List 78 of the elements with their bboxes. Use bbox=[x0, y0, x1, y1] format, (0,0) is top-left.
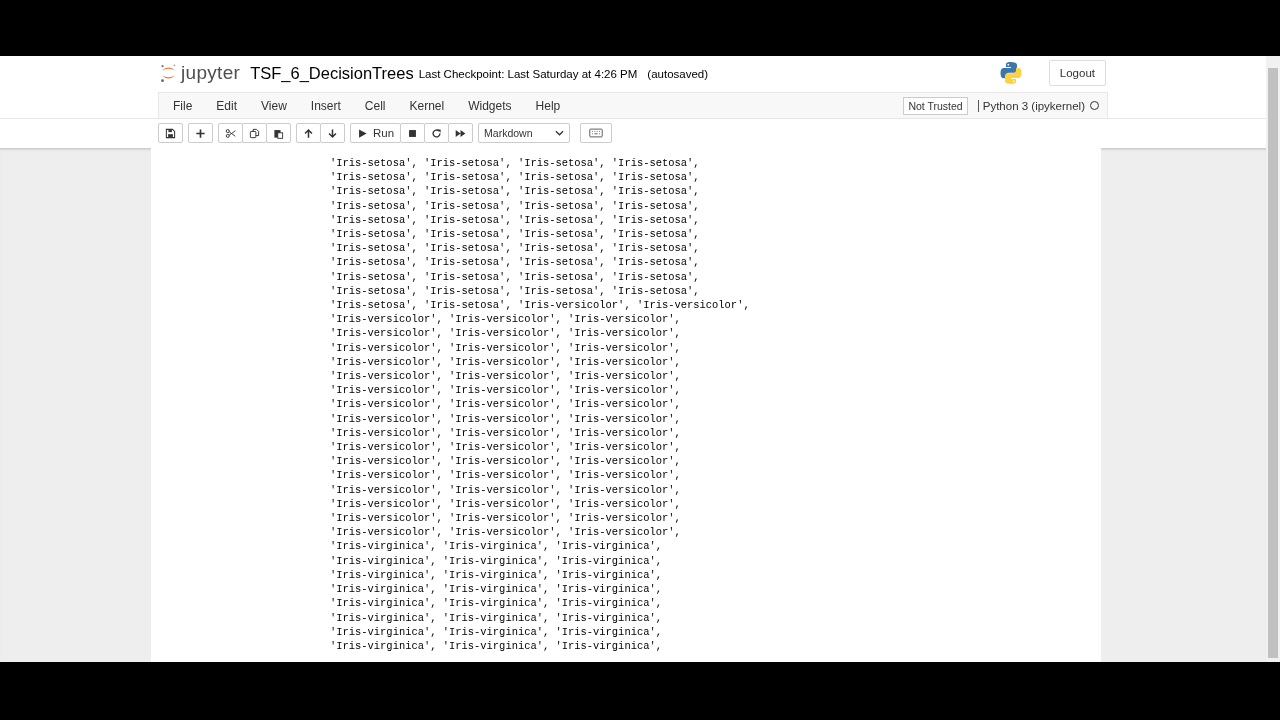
output-line: 'Iris-versicolor', 'Iris-versicolor', 'Iris-versicolor', bbox=[330, 383, 681, 398]
output-line: 'Iris-setosa', 'Iris-setosa', 'Iris-setosa', 'Iris-setosa', bbox=[330, 184, 700, 199]
arrow-down-icon bbox=[327, 127, 338, 139]
keyboard-icon bbox=[589, 128, 604, 138]
run-button[interactable]: Run bbox=[350, 123, 402, 143]
copy-button[interactable] bbox=[242, 123, 267, 143]
output-line: 'Iris-virginica', 'Iris-virginica', 'Iris-virginica', bbox=[330, 582, 662, 597]
output-line: 'Iris-setosa', 'Iris-setosa', 'Iris-setosa', 'Iris-setosa', bbox=[330, 212, 700, 227]
jupyter-logo-icon bbox=[160, 62, 177, 84]
fast-forward-button[interactable] bbox=[448, 123, 474, 143]
plus-icon bbox=[195, 127, 206, 139]
checkpoint-status: Last Checkpoint: Last Saturday at 4:26 PM bbox=[418, 68, 638, 80]
output-line: 'Iris-setosa', 'Iris-setosa', 'Iris-versicolor', 'Iris-versicolor', bbox=[330, 298, 750, 313]
output-line: 'Iris-virginica', 'Iris-virginica', 'Iris-virginica', bbox=[330, 596, 662, 611]
scissors-icon bbox=[225, 127, 236, 139]
notebook-title[interactable]: TSF_6_DecisionTrees bbox=[250, 63, 414, 83]
menu-item[interactable]: View bbox=[253, 98, 295, 113]
menu-item[interactable]: Kernel bbox=[401, 98, 453, 113]
play-icon bbox=[357, 127, 368, 139]
output-line: 'Iris-setosa', 'Iris-setosa', 'Iris-setosa', 'Iris-setosa', bbox=[330, 269, 700, 284]
output-line: 'Iris-versicolor', 'Iris-versicolor', 'Iris-versicolor', bbox=[330, 511, 681, 526]
output-line: 'Iris-versicolor', 'Iris-versicolor', 'Iris-versicolor', bbox=[330, 496, 681, 512]
output-line: 'Iris-setosa', 'Iris-setosa', 'Iris-setosa', 'Iris-setosa', bbox=[330, 241, 700, 256]
restart-button[interactable] bbox=[424, 123, 450, 143]
trust-indicator[interactable]: Not Trusted bbox=[903, 96, 968, 115]
copy-icon bbox=[249, 127, 260, 139]
chevron-down-icon bbox=[555, 130, 565, 136]
output-line: 'Iris-versicolor', 'Iris-versicolor', 'Iris-versicolor', bbox=[330, 354, 681, 370]
floppy-disk-button[interactable] bbox=[158, 123, 183, 143]
output-line: 'Iris-setosa', 'Iris-setosa', 'Iris-setosa', 'Iris-setosa', bbox=[330, 255, 700, 270]
output-line: 'Iris-versicolor', 'Iris-versicolor', 'Iris-versicolor', bbox=[330, 326, 681, 341]
output-line: 'Iris-versicolor', 'Iris-versicolor', 'Iris-versicolor', bbox=[330, 482, 681, 497]
menu-item[interactable]: File bbox=[165, 98, 201, 113]
output-line: 'Iris-virginica', 'Iris-virginica', 'Iris-virginica', bbox=[330, 610, 662, 625]
output-line: 'Iris-versicolor', 'Iris-versicolor', 'Iris-versicolor', bbox=[330, 312, 681, 327]
kernel-name[interactable]: Python 3 (ipykernel) bbox=[977, 99, 1085, 112]
jupyter-wordmark[interactable]: jupyter bbox=[181, 62, 241, 84]
python-logo-icon bbox=[998, 61, 1023, 85]
output-line: 'Iris-virginica', 'Iris-virginica', 'Iris-virginica', bbox=[330, 539, 662, 554]
output-line: 'Iris-setosa', 'Iris-setosa', 'Iris-setosa', 'Iris-setosa', bbox=[330, 198, 700, 213]
scissors-button[interactable] bbox=[218, 123, 243, 143]
menu-item[interactable]: Widgets bbox=[460, 98, 520, 113]
menu-item[interactable]: Edit bbox=[208, 98, 246, 113]
output-line: 'Iris-virginica', 'Iris-virginica', 'Iris-virginica', bbox=[330, 624, 662, 639]
output-line: 'Iris-versicolor', 'Iris-versicolor', 'Iris-versicolor', bbox=[330, 369, 681, 384]
output-line: 'Iris-virginica', 'Iris-virginica', 'Iris-virginica', bbox=[330, 553, 662, 568]
output-line: 'Iris-versicolor', 'Iris-versicolor', 'Iris-versicolor', bbox=[330, 454, 681, 469]
scrollbar-thumb[interactable] bbox=[1268, 68, 1278, 658]
clipboard-button[interactable] bbox=[266, 123, 291, 143]
output-line: 'Iris-versicolor', 'Iris-versicolor', 'Iris-versicolor', bbox=[330, 397, 681, 412]
restart-icon bbox=[431, 127, 443, 139]
clipboard-icon bbox=[273, 127, 284, 139]
menu-item[interactable]: Insert bbox=[302, 98, 349, 113]
arrow-up-button[interactable] bbox=[296, 123, 321, 143]
output-line: 'Iris-versicolor', 'Iris-versicolor', 'Iris-versicolor', bbox=[330, 440, 681, 455]
output-line: 'Iris-setosa', 'Iris-setosa', 'Iris-setosa', 'Iris-setosa', bbox=[330, 283, 700, 299]
autosave-status: (autosaved) bbox=[647, 68, 709, 80]
stop-button[interactable] bbox=[400, 123, 426, 143]
output-line: 'Iris-versicolor', 'Iris-versicolor', 'Iris-versicolor', bbox=[330, 525, 681, 540]
menu-item[interactable]: Help bbox=[527, 98, 569, 113]
output-line: 'Iris-versicolor', 'Iris-versicolor', 'Iris-versicolor', bbox=[330, 340, 681, 355]
logout-button[interactable]: Logout bbox=[1048, 60, 1106, 86]
arrow-up-icon bbox=[303, 127, 314, 139]
output-line: 'Iris-versicolor', 'Iris-versicolor', 'Iris-versicolor', bbox=[330, 425, 681, 441]
output-line: 'Iris-setosa', 'Iris-setosa', 'Iris-setosa', 'Iris-setosa', bbox=[330, 156, 700, 171]
output-line: 'Iris-virginica', 'Iris-virginica', 'Iris-virginica', bbox=[330, 567, 662, 583]
scrollbar[interactable] bbox=[1266, 56, 1280, 662]
output-line: 'Iris-versicolor', 'Iris-versicolor', 'Iris-versicolor', bbox=[330, 411, 681, 426]
output-line: 'Iris-setosa', 'Iris-setosa', 'Iris-setosa', 'Iris-setosa', bbox=[330, 170, 700, 185]
output-line: 'Iris-setosa', 'Iris-setosa', 'Iris-setosa', 'Iris-setosa', bbox=[330, 227, 700, 242]
plus-button[interactable] bbox=[188, 123, 213, 143]
keyboard-button[interactable] bbox=[580, 123, 613, 143]
cell-type-dropdown[interactable]: Markdown bbox=[478, 123, 571, 143]
arrow-down-button[interactable] bbox=[320, 123, 345, 143]
output-line: 'Iris-virginica', 'Iris-virginica', 'Iris-virginica', bbox=[330, 638, 662, 654]
output-line: 'Iris-versicolor', 'Iris-versicolor', 'Iris-versicolor', bbox=[330, 468, 681, 483]
stop-icon bbox=[407, 127, 419, 139]
menu-item[interactable]: Cell bbox=[356, 98, 394, 113]
